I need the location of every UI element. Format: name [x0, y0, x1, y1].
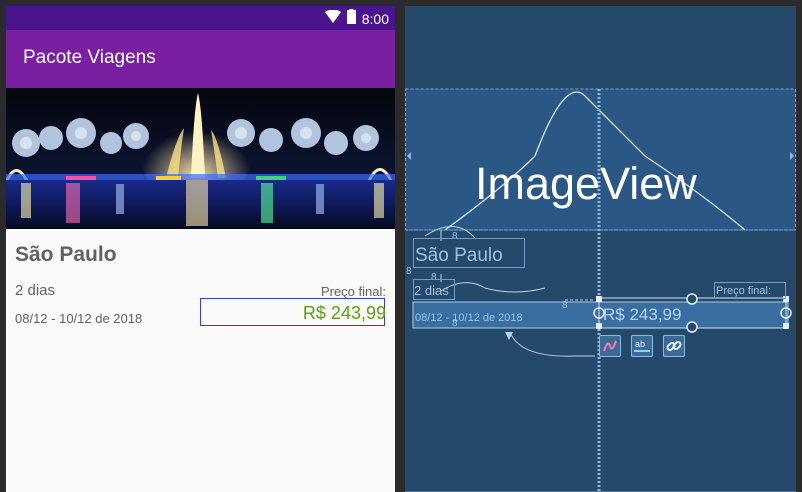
blueprint-city-box[interactable]: São Paulo [413, 238, 525, 268]
status-bar: 8:00 [6, 6, 395, 30]
blueprint-dates[interactable]: 08/12 - 10/12 de 2018 [415, 312, 523, 324]
app-bar: Pacote Viagens [6, 30, 395, 88]
imageview-placeholder-label[interactable]: ImageView [475, 158, 697, 210]
design-preview: 8:00 Pacote Viagens São Paulo 2 dias 08/… [6, 6, 395, 492]
chain-constraint-icon[interactable] [599, 335, 621, 357]
margin-mark: 8 [406, 266, 412, 277]
clock: 8:00 [361, 11, 389, 27]
blueprint-price-label-box[interactable]: Preço final: [714, 282, 786, 299]
blueprint-price-label: Preço final: [716, 285, 772, 297]
battery-icon [346, 9, 356, 29]
price-label: Preço final: [320, 284, 386, 299]
blueprint-price[interactable]: R$ 243,99 [603, 305, 681, 325]
margin-mark: 8 [562, 300, 568, 311]
baseline-icon[interactable]: ab [631, 335, 653, 357]
duration: 2 dias [15, 282, 56, 299]
link-icon[interactable] [663, 335, 685, 357]
blueprint-view: ImageView 8 8 8 8 8 São Paulo 2 dias 08/… [405, 6, 796, 492]
blueprint-city: São Paulo [415, 245, 503, 266]
package-image [6, 88, 395, 229]
app-title: Pacote Viagens [23, 47, 156, 68]
wifi-icon [324, 9, 341, 29]
date-range: 08/12 - 10/12 de 2018 [15, 311, 143, 326]
blueprint-days: 2 dias [414, 283, 449, 298]
blueprint-days-box[interactable]: 2 dias [413, 279, 455, 300]
city-name: São Paulo [15, 243, 117, 266]
svg-text:ab: ab [635, 339, 645, 349]
price-value[interactable]: R$ 243,99 [303, 303, 386, 324]
